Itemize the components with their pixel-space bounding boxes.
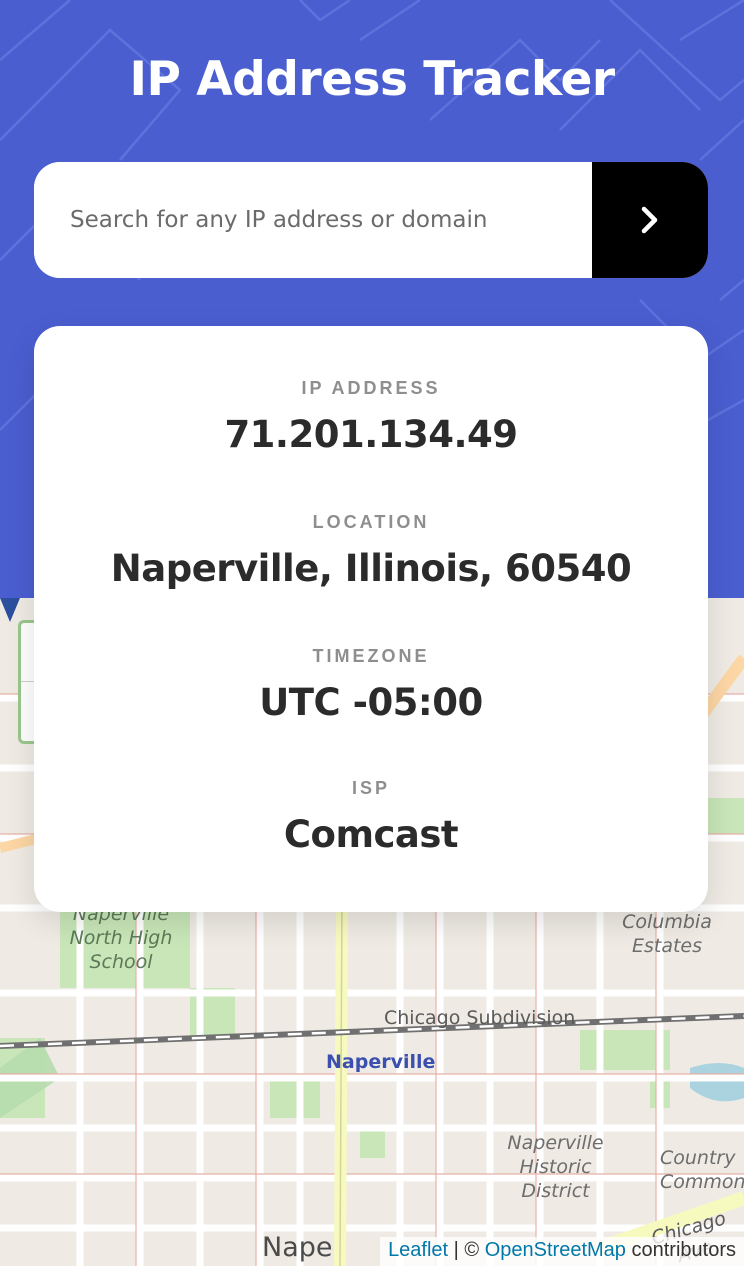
map-label-school: Naperville North High School: [69, 903, 173, 973]
search-button[interactable]: [592, 162, 708, 278]
ip-address-label: IP ADDRESS: [301, 378, 441, 398]
map-label-chicago-subdivision: Chicago Subdivision: [384, 1007, 576, 1029]
timezone-value: UTC -05:00: [259, 681, 483, 724]
leaflet-link[interactable]: Leaflet: [388, 1239, 448, 1261]
attribution-suffix: contributors: [625, 1239, 736, 1261]
map-label-nape: Nape: [262, 1232, 333, 1263]
location-label: LOCATION: [312, 512, 430, 532]
isp-value: Comcast: [283, 813, 459, 856]
ip-address-block: IP ADDRESS 71.201.134.49: [34, 378, 708, 456]
location-value: Naperville, Illinois, 60540: [110, 547, 632, 590]
map-label-naperville: Naperville: [326, 1051, 436, 1073]
chevron-right-icon: [641, 206, 658, 234]
map-attribution: Leaflet | © OpenStreetMap contributors: [380, 1237, 744, 1266]
isp-block: ISP Comcast: [34, 778, 708, 856]
map-label-country-common: Country Common: [660, 1147, 744, 1193]
timezone-label: TIMEZONE: [312, 646, 430, 666]
isp-label: ISP: [351, 778, 390, 798]
openstreetmap-link[interactable]: OpenStreetMap: [485, 1239, 626, 1261]
location-marker-icon[interactable]: [0, 598, 20, 622]
page-title: IP Address Tracker: [129, 52, 615, 107]
ip-address-value: 71.201.134.49: [224, 413, 518, 456]
timezone-block: TIMEZONE UTC -05:00: [34, 646, 708, 724]
attribution-separator: | ©: [448, 1239, 485, 1261]
map-label-historic-district: Naperville Historic District: [507, 1132, 604, 1202]
location-block: LOCATION Naperville, Illinois, 60540: [34, 512, 708, 590]
search-input[interactable]: [34, 162, 592, 278]
info-card: IP ADDRESS 71.201.134.49 LOCATION Naperv…: [34, 326, 708, 912]
search-bar: [34, 162, 708, 278]
map-label-columbia-estates: Columbia Estates: [622, 911, 712, 957]
